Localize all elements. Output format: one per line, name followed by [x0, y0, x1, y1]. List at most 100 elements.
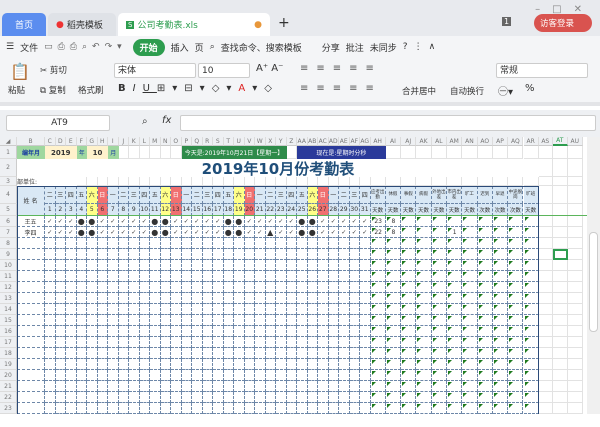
column-header[interactable]: AL [431, 137, 447, 146]
grid-cell[interactable] [538, 282, 553, 293]
font-select[interactable]: 宋体 [114, 63, 196, 78]
column-header[interactable]: B [17, 137, 45, 146]
window-count-badge[interactable]: 1 [502, 17, 512, 26]
grid-cell[interactable] [385, 146, 402, 159]
column-header[interactable]: F [76, 137, 87, 146]
currency-icon[interactable]: ㊀▾ [498, 83, 513, 98]
more-icon[interactable]: ⋮ [414, 42, 423, 52]
column-header[interactable]: S [213, 137, 224, 146]
label-year-month[interactable]: 编年月 [17, 146, 45, 159]
column-header[interactable]: E [66, 137, 77, 146]
zoom-function-icon[interactable]: ⌕ [142, 116, 148, 127]
grid-cell[interactable] [234, 177, 245, 186]
grid-cell[interactable] [567, 260, 583, 271]
grid-cell[interactable] [129, 146, 140, 159]
grid-cell[interactable] [567, 293, 583, 304]
tab-page[interactable]: 页 [195, 41, 204, 54]
vertical-scrollbar[interactable] [587, 137, 600, 414]
grid-cell[interactable] [552, 359, 568, 370]
row-header[interactable]: 22 [0, 392, 17, 403]
column-header[interactable]: AT [552, 137, 568, 146]
unit-label[interactable]: 部单位: [17, 177, 77, 186]
grid-cell[interactable] [538, 370, 553, 381]
grid-cell[interactable] [318, 177, 329, 186]
grid-cell[interactable] [567, 216, 583, 227]
column-header[interactable]: M [150, 137, 161, 146]
vertical-align-buttons[interactable]: ≡≡≡≡≡ [300, 63, 382, 74]
command-search[interactable]: 查找命令、搜索模板 [221, 41, 302, 54]
row-header[interactable]: 17 [0, 337, 17, 348]
name-box[interactable]: AT9 [6, 115, 110, 131]
grid-cell[interactable] [552, 315, 568, 326]
grid-cell[interactable] [552, 238, 568, 249]
copy-button[interactable]: ⧉ 复制 [40, 84, 66, 96]
row-header[interactable]: 6 [0, 216, 17, 227]
column-header[interactable]: Z [286, 137, 297, 146]
column-header[interactable]: O [171, 137, 182, 146]
grid-cell[interactable] [328, 177, 339, 186]
grid-cell[interactable] [255, 177, 266, 186]
tab-insert[interactable]: 插入 [171, 41, 189, 54]
clock-banner[interactable]: 现在是:星期时分秒 [297, 146, 386, 159]
grid-cell[interactable] [552, 403, 568, 414]
grid-cell[interactable] [552, 186, 568, 204]
row-header[interactable]: 18 [0, 348, 17, 359]
grid-cell[interactable] [538, 348, 553, 359]
grid-cell[interactable] [538, 249, 553, 260]
grid-cell[interactable] [552, 370, 568, 381]
column-header[interactable]: N [160, 137, 171, 146]
grid-cell[interactable] [339, 177, 350, 186]
grid-cell[interactable] [447, 177, 463, 186]
horizontal-align-buttons[interactable]: ≡≡≡≡≡ [300, 83, 382, 94]
file-menu[interactable]: 文件 [20, 41, 38, 54]
grid-cell[interactable] [385, 177, 402, 186]
column-header[interactable]: AN [462, 137, 478, 146]
grid-cell[interactable] [538, 392, 553, 403]
grid-cell[interactable] [567, 359, 583, 370]
grid-cell[interactable] [567, 348, 583, 359]
grid-cell[interactable] [297, 177, 308, 186]
column-header[interactable]: AK [416, 137, 432, 146]
grid-cell[interactable] [567, 159, 583, 177]
column-header[interactable]: H [97, 137, 108, 146]
grid-cell[interactable] [431, 177, 447, 186]
row-header[interactable]: 13 [0, 293, 17, 304]
grid-cell[interactable] [538, 159, 553, 177]
grid-cell[interactable] [416, 146, 432, 159]
grid-cell[interactable] [192, 177, 203, 186]
percent-button[interactable]: % [525, 83, 535, 94]
column-header[interactable]: Q [192, 137, 203, 146]
grid-cell[interactable] [462, 146, 478, 159]
tab-start[interactable]: 开始 [132, 38, 165, 56]
grid-cell[interactable] [567, 282, 583, 293]
grid-cell[interactable] [552, 392, 568, 403]
grid-cell[interactable] [538, 337, 553, 348]
grid-cell[interactable] [567, 315, 583, 326]
grid-cell[interactable] [567, 249, 583, 260]
grid-cell[interactable] [87, 177, 98, 186]
wrap-text-button[interactable]: 自动换行 [450, 85, 484, 97]
column-header[interactable]: AG [360, 137, 371, 146]
font-style-buttons[interactable]: BIU⊞▾⊟▾◇▾A▾◇ [118, 83, 279, 94]
column-header[interactable]: C [45, 137, 56, 146]
grid-cell[interactable] [286, 177, 297, 186]
row-header[interactable]: 12 [0, 282, 17, 293]
grid-cell[interactable] [538, 146, 553, 159]
grid-cell[interactable] [538, 359, 553, 370]
grid-cell[interactable] [538, 177, 553, 186]
window-controls[interactable]: –□✕ [535, 4, 594, 15]
share-button[interactable]: 分享 [322, 41, 340, 54]
row-header[interactable]: 14 [0, 304, 17, 315]
today-banner[interactable]: 今天是:2019年10月21日【星期一】 [181, 146, 287, 159]
grid-cell[interactable] [552, 282, 568, 293]
login-button[interactable]: 访客登录 [534, 14, 593, 32]
column-header[interactable]: I [108, 137, 119, 146]
column-header[interactable]: U [234, 137, 245, 146]
row-header[interactable]: 8 [0, 238, 17, 249]
month-unit[interactable]: 月 [108, 146, 119, 159]
number-format-select[interactable]: 常规 [496, 63, 588, 78]
grid-cell[interactable] [492, 146, 509, 159]
grid-cell[interactable] [360, 177, 371, 186]
column-header[interactable]: AA [297, 137, 308, 146]
year-value[interactable]: 2019 [45, 146, 77, 159]
